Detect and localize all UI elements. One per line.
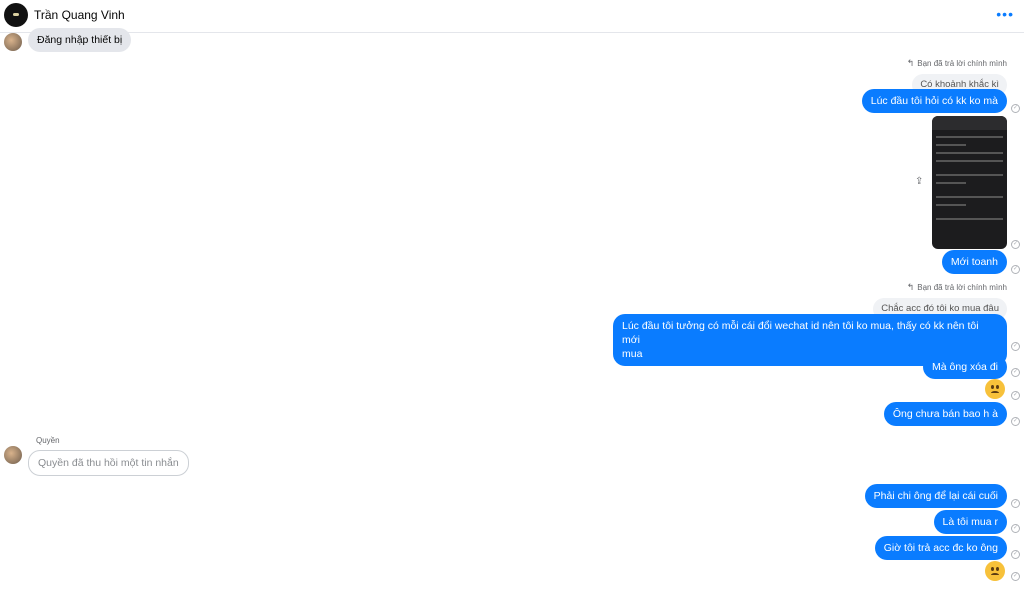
reply-hint: ↰ Bạn đã trả lời chính mình bbox=[906, 282, 1007, 292]
chat-header: Trần Quang Vinh ••• bbox=[0, 0, 1024, 33]
reply-hint: ↰ Bạn đã trả lời chính mình bbox=[906, 58, 1007, 68]
seen-icon: ✓ bbox=[1011, 572, 1020, 581]
seen-icon: ✓ bbox=[1011, 391, 1020, 400]
unsent-message[interactable]: Quyền đã thu hồi một tin nhắn bbox=[28, 450, 189, 476]
seen-icon: ✓ bbox=[1011, 342, 1020, 351]
seen-icon: ✓ bbox=[1011, 265, 1020, 274]
seen-icon: ✓ bbox=[1011, 524, 1020, 533]
outgoing-message[interactable]: Mới toanh bbox=[941, 250, 1007, 274]
sad-face-icon[interactable] bbox=[985, 379, 1005, 399]
reply-arrow-icon: ↰ bbox=[906, 282, 915, 292]
avatar bbox=[4, 33, 22, 51]
reply-arrow-icon: ↰ bbox=[906, 58, 915, 68]
sender-name: Quyền bbox=[36, 436, 60, 445]
sad-face-icon[interactable] bbox=[985, 561, 1005, 581]
seen-icon: ✓ bbox=[1011, 499, 1020, 508]
outgoing-message[interactable]: Mà ông xóa đi bbox=[923, 355, 1007, 379]
outgoing-message[interactable]: Là tôi mua r bbox=[933, 510, 1007, 534]
seen-icon: ✓ bbox=[1011, 417, 1020, 426]
outgoing-message[interactable]: Ông chưa bán bao h à bbox=[883, 402, 1007, 426]
seen-icon: ✓ bbox=[1011, 368, 1020, 377]
outgoing-message[interactable]: Giờ tôi trả acc đc ko ông bbox=[874, 536, 1007, 560]
seen-icon: ✓ bbox=[1011, 240, 1020, 249]
contact-avatar[interactable] bbox=[4, 3, 28, 27]
outgoing-message[interactable]: Lúc đầu tôi hỏi có kk ko mà bbox=[861, 89, 1007, 113]
contact-name[interactable]: Trần Quang Vinh bbox=[34, 8, 125, 22]
seen-icon: ✓ bbox=[1011, 550, 1020, 559]
image-attachment[interactable] bbox=[932, 116, 1007, 249]
more-dots-icon[interactable]: ••• bbox=[996, 7, 1014, 21]
incoming-message[interactable]: Đăng nhập thiết bị bbox=[28, 28, 132, 52]
seen-icon: ✓ bbox=[1011, 104, 1020, 113]
outgoing-message[interactable]: Phải chi ông để lại cái cuối bbox=[864, 484, 1007, 508]
share-icon[interactable]: ⇪ bbox=[915, 176, 923, 187]
message-thread[interactable]: Đăng nhập thiết bị ↰ Bạn đã trả lời chính… bbox=[0, 28, 1024, 589]
avatar bbox=[4, 446, 22, 464]
